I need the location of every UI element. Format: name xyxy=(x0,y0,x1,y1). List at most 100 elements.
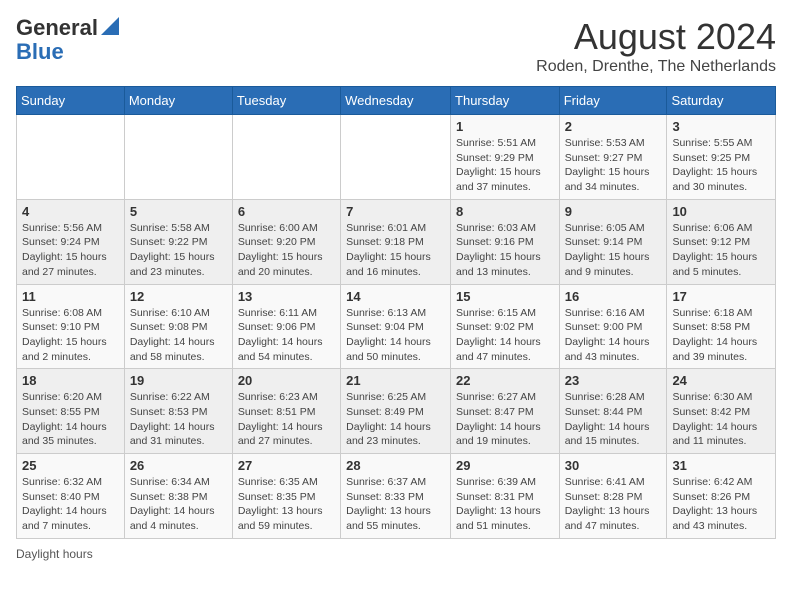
day-number: 30 xyxy=(565,458,662,473)
calendar-cell: 26Sunrise: 6:34 AM Sunset: 8:38 PM Dayli… xyxy=(124,454,232,539)
calendar-cell: 18 Sunrise: 6:20 AM Sunset: 8:55 PM Dayli… xyxy=(17,369,125,454)
day-info: Sunrise: 6:20 AM Sunset: 8:55 PM Dayligh… xyxy=(22,390,119,449)
col-saturday: Saturday xyxy=(667,87,776,115)
day-number: 13 xyxy=(238,289,335,304)
day-number: 15 xyxy=(456,289,554,304)
day-number: 11 xyxy=(22,289,119,304)
day-number: 28 xyxy=(346,458,445,473)
calendar-cell: 10 Sunrise: 6:06 AM Sunset: 9:12 PM Dayli… xyxy=(667,199,776,284)
calendar-header-row: Sunday Monday Tuesday Wednesday Thursday… xyxy=(17,87,776,115)
day-number: 8 xyxy=(456,204,554,219)
day-info: Sunrise: 6:30 AM Sunset: 8:42 PM Dayligh… xyxy=(672,390,770,449)
day-number: 23 xyxy=(565,373,662,388)
calendar-cell: 30 Sunrise: 6:41 AM Sunset: 8:28 PM Dayli… xyxy=(559,454,667,539)
day-number: 4 xyxy=(22,204,119,219)
calendar-cell: 23 Sunrise: 6:28 AM Sunset: 8:44 PM Dayli… xyxy=(559,369,667,454)
calendar-cell: 2Sunrise: 5:53 AM Sunset: 9:27 PM Daylig… xyxy=(559,115,667,200)
day-info: Sunrise: 6:37 AM Sunset: 8:33 PM Dayligh… xyxy=(346,475,445,534)
day-info: Sunrise: 6:39 AM Sunset: 8:31 PM Dayligh… xyxy=(456,475,554,534)
day-info: Sunrise: 6:01 AM Sunset: 9:18 PM Dayligh… xyxy=(346,221,445,280)
day-info: Sunrise: 6:35 AM Sunset: 8:35 PM Dayligh… xyxy=(238,475,335,534)
day-info: Sunrise: 6:22 AM Sunset: 8:53 PM Dayligh… xyxy=(130,390,227,449)
day-number: 1 xyxy=(456,119,554,134)
calendar-cell xyxy=(124,115,232,200)
calendar-week-row: 11Sunrise: 6:08 AM Sunset: 9:10 PM Dayli… xyxy=(17,284,776,369)
day-number: 22 xyxy=(456,373,554,388)
col-tuesday: Tuesday xyxy=(232,87,340,115)
day-info: Sunrise: 6:28 AM Sunset: 8:44 PM Dayligh… xyxy=(565,390,662,449)
col-thursday: Thursday xyxy=(451,87,560,115)
day-number: 2 xyxy=(565,119,662,134)
day-info: Sunrise: 6:41 AM Sunset: 8:28 PM Dayligh… xyxy=(565,475,662,534)
day-number: 17 xyxy=(672,289,770,304)
day-info: Sunrise: 6:11 AM Sunset: 9:06 PM Dayligh… xyxy=(238,306,335,365)
calendar-cell xyxy=(232,115,340,200)
day-number: 21 xyxy=(346,373,445,388)
calendar-cell: 19 Sunrise: 6:22 AM Sunset: 8:53 PM Dayli… xyxy=(124,369,232,454)
day-number: 12 xyxy=(130,289,227,304)
day-info: Sunrise: 5:51 AM Sunset: 9:29 PM Dayligh… xyxy=(456,136,554,195)
calendar-cell: 5 Sunrise: 5:58 AM Sunset: 9:22 PM Daylig… xyxy=(124,199,232,284)
day-info: Sunrise: 6:10 AM Sunset: 9:08 PM Dayligh… xyxy=(130,306,227,365)
calendar-cell: 31Sunrise: 6:42 AM Sunset: 8:26 PM Dayli… xyxy=(667,454,776,539)
day-number: 24 xyxy=(672,373,770,388)
col-monday: Monday xyxy=(124,87,232,115)
daylight-label: Daylight hours xyxy=(16,547,93,561)
calendar-cell: 20 Sunrise: 6:23 AM Sunset: 8:51 PM Dayli… xyxy=(232,369,340,454)
calendar-cell: 22 Sunrise: 6:27 AM Sunset: 8:47 PM Dayli… xyxy=(451,369,560,454)
col-sunday: Sunday xyxy=(17,87,125,115)
day-number: 25 xyxy=(22,458,119,473)
calendar-cell: 1 Sunrise: 5:51 AM Sunset: 9:29 PM Daylig… xyxy=(451,115,560,200)
calendar-cell: 4 Sunrise: 5:56 AM Sunset: 9:24 PM Daylig… xyxy=(17,199,125,284)
day-info: Sunrise: 6:27 AM Sunset: 8:47 PM Dayligh… xyxy=(456,390,554,449)
day-number: 29 xyxy=(456,458,554,473)
day-info: Sunrise: 5:55 AM Sunset: 9:25 PM Dayligh… xyxy=(672,136,770,195)
day-info: Sunrise: 6:18 AM Sunset: 8:58 PM Dayligh… xyxy=(672,306,770,365)
title-area: August 2024 Roden, Drenthe, The Netherla… xyxy=(536,16,776,76)
day-number: 20 xyxy=(238,373,335,388)
day-number: 9 xyxy=(565,204,662,219)
day-info: Sunrise: 6:23 AM Sunset: 8:51 PM Dayligh… xyxy=(238,390,335,449)
day-info: Sunrise: 6:13 AM Sunset: 9:04 PM Dayligh… xyxy=(346,306,445,365)
col-friday: Friday xyxy=(559,87,667,115)
day-info: Sunrise: 5:56 AM Sunset: 9:24 PM Dayligh… xyxy=(22,221,119,280)
page-header: General Blue August 2024 Roden, Drenthe,… xyxy=(16,16,776,76)
calendar-cell: 28 Sunrise: 6:37 AM Sunset: 8:33 PM Dayli… xyxy=(341,454,451,539)
calendar-cell: 6 Sunrise: 6:00 AM Sunset: 9:20 PM Daylig… xyxy=(232,199,340,284)
day-info: Sunrise: 5:58 AM Sunset: 9:22 PM Dayligh… xyxy=(130,221,227,280)
day-number: 31 xyxy=(672,458,770,473)
day-number: 3 xyxy=(672,119,770,134)
calendar-week-row: 4 Sunrise: 5:56 AM Sunset: 9:24 PM Daylig… xyxy=(17,199,776,284)
footer-note: Daylight hours xyxy=(16,547,776,561)
logo: General Blue xyxy=(16,16,119,64)
calendar-week-row: 25 Sunrise: 6:32 AM Sunset: 8:40 PM Dayli… xyxy=(17,454,776,539)
day-number: 5 xyxy=(130,204,227,219)
day-info: Sunrise: 6:06 AM Sunset: 9:12 PM Dayligh… xyxy=(672,221,770,280)
day-info: Sunrise: 6:25 AM Sunset: 8:49 PM Dayligh… xyxy=(346,390,445,449)
calendar-cell: 24 Sunrise: 6:30 AM Sunset: 8:42 PM Dayli… xyxy=(667,369,776,454)
day-number: 18 xyxy=(22,373,119,388)
col-wednesday: Wednesday xyxy=(341,87,451,115)
calendar-cell: 3 Sunrise: 5:55 AM Sunset: 9:25 PM Daylig… xyxy=(667,115,776,200)
day-info: Sunrise: 6:00 AM Sunset: 9:20 PM Dayligh… xyxy=(238,221,335,280)
day-number: 7 xyxy=(346,204,445,219)
calendar-cell: 11Sunrise: 6:08 AM Sunset: 9:10 PM Dayli… xyxy=(17,284,125,369)
calendar-cell: 8Sunrise: 6:03 AM Sunset: 9:16 PM Daylig… xyxy=(451,199,560,284)
day-info: Sunrise: 6:15 AM Sunset: 9:02 PM Dayligh… xyxy=(456,306,554,365)
calendar-week-row: 1 Sunrise: 5:51 AM Sunset: 9:29 PM Daylig… xyxy=(17,115,776,200)
day-info: Sunrise: 6:16 AM Sunset: 9:00 PM Dayligh… xyxy=(565,306,662,365)
calendar-body: 1 Sunrise: 5:51 AM Sunset: 9:29 PM Daylig… xyxy=(17,115,776,539)
day-info: Sunrise: 6:32 AM Sunset: 8:40 PM Dayligh… xyxy=(22,475,119,534)
calendar-cell: 16 Sunrise: 6:16 AM Sunset: 9:00 PM Dayli… xyxy=(559,284,667,369)
day-number: 16 xyxy=(565,289,662,304)
day-number: 19 xyxy=(130,373,227,388)
logo-triangle-icon xyxy=(101,17,119,35)
day-info: Sunrise: 6:05 AM Sunset: 9:14 PM Dayligh… xyxy=(565,221,662,280)
calendar-cell: 9 Sunrise: 6:05 AM Sunset: 9:14 PM Daylig… xyxy=(559,199,667,284)
day-number: 26 xyxy=(130,458,227,473)
day-number: 14 xyxy=(346,289,445,304)
calendar-cell: 14 Sunrise: 6:13 AM Sunset: 9:04 PM Dayli… xyxy=(341,284,451,369)
calendar-week-row: 18 Sunrise: 6:20 AM Sunset: 8:55 PM Dayli… xyxy=(17,369,776,454)
day-number: 6 xyxy=(238,204,335,219)
day-number: 10 xyxy=(672,204,770,219)
